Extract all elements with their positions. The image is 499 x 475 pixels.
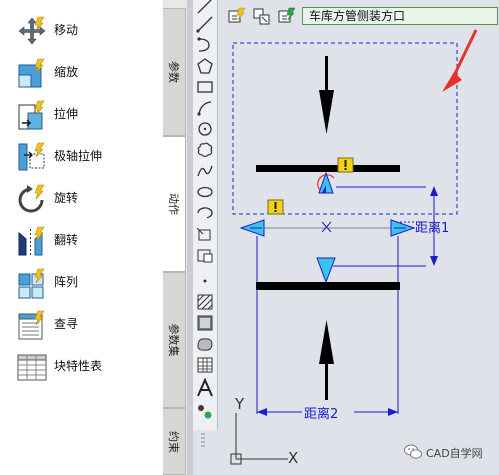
tab-label: 动作 [167,193,180,215]
upper-plate [256,165,400,172]
scale-icon [16,57,48,89]
action-label: 拉伸 [54,107,79,121]
lower-stretch-grip-icon[interactable] [316,257,336,284]
tab-constraints[interactable]: 约束 [163,408,186,475]
wechat-icon [404,444,422,459]
tab-label: 参数 [167,61,180,83]
upper-direction-arrow [319,56,334,134]
action-rotate[interactable]: 旋转 [16,179,156,219]
tab-label: 参数集 [167,323,180,357]
action-lookup[interactable]: 查寻 [16,305,156,345]
action-flip[interactable]: 翻转 [16,221,156,261]
action-scale[interactable]: 缩放 [16,53,156,93]
ucs-y-label: Y [234,395,245,413]
toolbar-gripper-icon[interactable] [198,430,208,452]
table-icon[interactable] [195,355,215,375]
move-icon [16,15,48,47]
tab-label: 约束 [167,430,180,453]
block-editor-window: 移动 缩放 拉伸 极轴拉伸 旋转 翻转 阵列 查寻 块特性表 参数 动作 参数集… [0,0,499,475]
make-block-icon[interactable] [195,245,215,265]
block-table-icon [16,351,48,383]
polygon-icon[interactable] [195,56,215,76]
action-polar-stretch[interactable]: 极轴拉伸 [16,137,156,177]
spline-fit-icon[interactable] [195,161,215,181]
action-label: 极轴拉伸 [54,149,103,163]
insert-block-icon[interactable] [195,224,215,244]
distance2-label: 距离2 [304,406,338,422]
add-selected-icon[interactable] [195,402,215,422]
action-label: 缩放 [54,65,79,79]
hatch-icon[interactable] [195,292,215,312]
polar-stretch-icon [16,141,48,173]
block-drawing: 距离1 距离2 Y X [230,29,478,467]
rectangle-icon[interactable] [195,77,215,97]
selection-box [232,42,458,215]
ucs-icon [230,413,288,465]
parameter-set-name-field[interactable]: 车库方管侧装方口 [302,7,498,25]
arc-icon[interactable] [195,35,215,55]
ellipse-icon[interactable] [195,182,215,202]
draw-toolbar [193,0,218,430]
warning-badge-icon [267,199,284,215]
action-block-properties-table[interactable]: 块特性表 [16,347,156,387]
action-label: 翻转 [54,233,79,247]
action-stretch[interactable]: 拉伸 [16,95,156,135]
lower-direction-arrow [319,320,334,400]
multiline-text-icon[interactable] [195,377,215,398]
flip-icon [16,225,48,257]
rotate-icon [16,183,48,215]
point-icon[interactable] [195,271,215,291]
block-action-icon[interactable] [253,7,271,25]
ucs-x-label: X [288,449,298,467]
revcloud-icon[interactable] [195,140,215,160]
polyline-icon[interactable] [195,14,215,34]
tab-parameters[interactable]: 参数 [163,8,186,136]
spline-icon[interactable] [195,98,215,118]
region-icon[interactable] [195,334,215,354]
parameter-set-icon[interactable] [278,7,296,25]
action-array[interactable]: 阵列 [16,263,156,303]
action-move[interactable]: 移动 [16,11,156,51]
gradient-icon[interactable] [195,313,215,333]
tab-parameter-sets[interactable]: 参数集 [163,272,186,408]
palette-tab-strip: 参数 动作 参数集 约束 [163,0,187,475]
rotation-grip-icon[interactable] [317,171,335,194]
distance1-label: 距离1 [415,220,449,236]
action-palette: 移动 缩放 拉伸 极轴拉伸 旋转 翻转 阵列 查寻 块特性表 [0,0,163,475]
param-set-bar: 车库方管侧装方口 [222,4,499,30]
warning-badge-icon [337,157,354,173]
stretch-icon [16,99,48,131]
ellipse-arc-icon[interactable] [195,203,215,223]
watermark-text: CAD自学网 [426,447,483,460]
circle-icon[interactable] [195,119,215,139]
action-label: 查寻 [54,317,79,331]
lower-plate [256,282,400,290]
array-icon [16,267,48,299]
pointer-arrow-icon [442,29,478,92]
action-label: 块特性表 [54,359,103,373]
action-label: 阵列 [54,275,79,289]
center-cross [321,221,332,233]
tab-actions[interactable]: 动作 [163,136,186,272]
block-authoring-icon[interactable] [228,7,246,25]
action-label: 旋转 [54,191,79,205]
action-label: 移动 [54,23,79,37]
lookup-icon [16,309,48,341]
